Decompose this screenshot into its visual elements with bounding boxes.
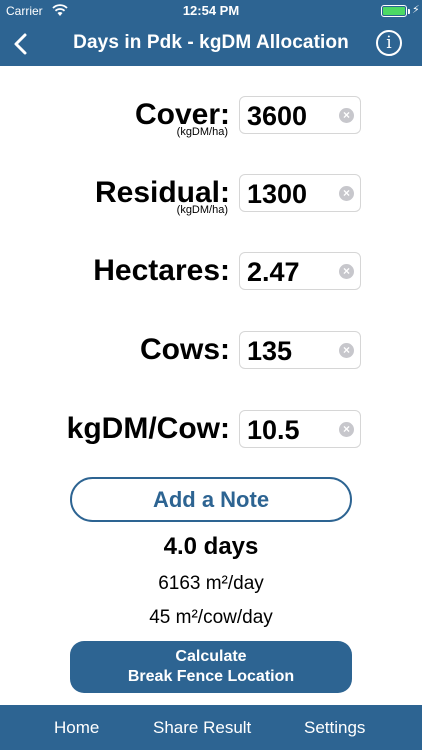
result-area-per-day: 6163 m²/day [158,573,264,594]
tab-settings[interactable]: Settings [304,718,365,738]
charging-icon: ⚡ [412,4,420,16]
kgdm-per-cow-value[interactable]: 10.5 [247,415,300,446]
residual-unit: (kgDM/ha) [176,204,228,216]
page-title: Days in Pdk - kgDM Allocation [73,32,349,53]
navigation-bar: Days in Pdk - kgDM Allocation i [0,22,422,66]
tab-share-result[interactable]: Share Result [153,718,251,738]
hectares-label: Hectares: [93,254,230,287]
status-bar: Carrier 12:54 PM ⚡ [0,0,422,22]
cows-label: Cows: [140,333,230,366]
cover-value[interactable]: 3600 [247,101,307,132]
cows-input[interactable]: 135 × [239,331,361,369]
kgdm-per-cow-row: kgDM/Cow: 10.5 × [0,410,422,454]
add-note-button[interactable]: Add a Note [70,477,352,522]
residual-value[interactable]: 1300 [247,179,307,210]
top-bar: Carrier 12:54 PM ⚡ Days in Pdk - kgDM Al… [0,0,422,66]
kgdm-per-cow-input[interactable]: 10.5 × [239,410,361,448]
result-area-per-cow: 45 m²/cow/day [149,607,273,628]
cows-value[interactable]: 135 [247,336,292,367]
battery-icon [381,5,407,17]
hectares-value[interactable]: 2.47 [247,257,300,288]
cover-input[interactable]: 3600 × [239,96,361,134]
info-icon[interactable]: i [376,30,402,56]
calculate-button-line1: Calculate [175,648,247,665]
hectares-row: Hectares: 2.47 × [0,252,422,296]
cover-unit: (kgDM/ha) [176,126,228,138]
cows-row: Cows: 135 × [0,331,422,375]
tab-home[interactable]: Home [54,718,99,738]
kgdm-per-cow-label: kgDM/Cow: [66,412,230,445]
cover-row: Cover: (kgDM/ha) 3600 × [0,96,422,140]
clear-icon[interactable]: × [339,108,354,123]
calculate-button-line2: Break Fence Location [127,668,295,685]
battery-tip [408,9,410,14]
residual-input[interactable]: 1300 × [239,174,361,212]
residual-row: Residual: (kgDM/ha) 1300 × [0,174,422,218]
hectares-input[interactable]: 2.47 × [239,252,361,290]
status-time: 12:54 PM [182,3,240,18]
clear-icon[interactable]: × [339,264,354,279]
result-days: 4.0 days [163,533,259,560]
clear-icon[interactable]: × [339,422,354,437]
tab-bar: Home Share Result Settings [0,705,422,750]
calculate-break-fence-button[interactable]: Calculate Break Fence Location [70,641,352,693]
clear-icon[interactable]: × [339,186,354,201]
clear-icon[interactable]: × [339,343,354,358]
